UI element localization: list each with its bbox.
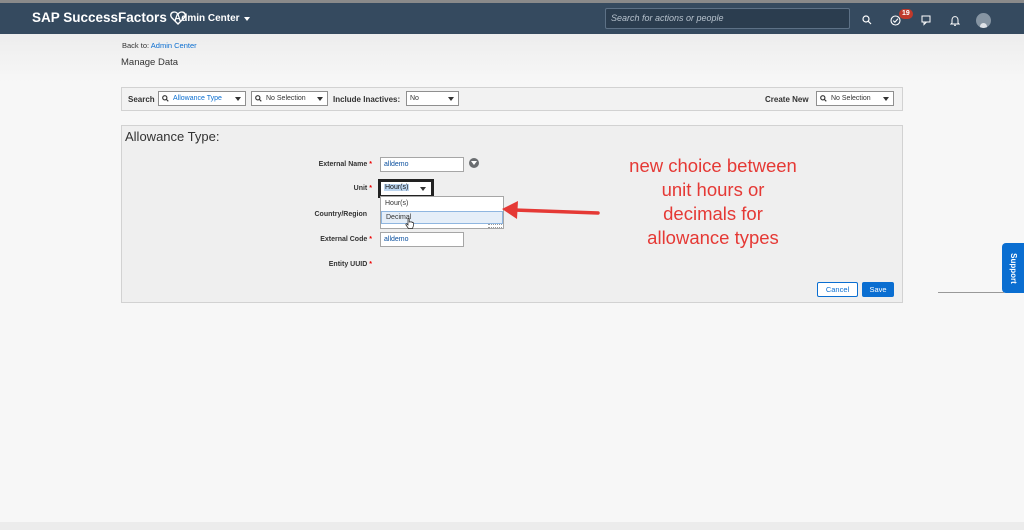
required-mark: *: [369, 161, 372, 168]
support-tab-label: Support: [1008, 252, 1018, 284]
unit-label: Unit *: [353, 185, 372, 192]
shell-bar: SAP SuccessFactors Admin Center Search f…: [0, 0, 1024, 34]
create-new-label: Create New: [765, 95, 809, 104]
record-select-value: No Selection: [266, 95, 306, 102]
annotation-line: new choice between: [629, 155, 797, 176]
page-title: Manage Data: [121, 57, 179, 68]
dropdown-arrow-icon: [448, 97, 454, 101]
annotation-line: allowance types: [647, 227, 779, 248]
module-menu-label: Admin Center: [174, 13, 240, 24]
annotation-arrow: [502, 201, 600, 219]
chat-icon[interactable]: [917, 11, 935, 29]
breadcrumb: Back to: Admin Center: [122, 41, 197, 50]
form-title: Allowance Type:: [125, 129, 220, 144]
object-type-select[interactable]: Allowance Type: [158, 91, 246, 106]
unit-option-hours[interactable]: Hour(s): [381, 198, 503, 211]
module-menu[interactable]: Admin Center: [174, 13, 250, 24]
notification-count-badge: 19: [899, 9, 913, 19]
search-icon[interactable]: [858, 11, 876, 29]
global-search-input[interactable]: Search for actions or people: [605, 8, 850, 29]
create-new-value: No Selection: [831, 95, 871, 102]
dropdown-arrow-icon: [883, 97, 889, 101]
required-mark: *: [369, 185, 372, 192]
logo-text: SAP SuccessFactors: [32, 10, 167, 25]
search-icon: [255, 95, 262, 102]
back-to-admin-center-link[interactable]: Admin Center: [151, 41, 197, 50]
unit-select-value: Hour(s): [384, 184, 410, 191]
translate-icon[interactable]: [469, 158, 479, 168]
resize-grip[interactable]: [488, 224, 502, 228]
include-inactives-select[interactable]: No: [406, 91, 459, 106]
dropdown-arrow-icon: [317, 97, 323, 101]
search-icon: [820, 95, 827, 102]
include-inactives-value: No: [410, 95, 419, 102]
external-name-label: External Name *: [318, 161, 372, 168]
include-inactives-label: Include Inactives:: [333, 95, 401, 104]
sap-successfactors-logo[interactable]: SAP SuccessFactors: [32, 10, 186, 25]
external-code-label: External Code *: [320, 236, 372, 243]
bottom-edge: [0, 522, 1024, 530]
cancel-button[interactable]: Cancel: [817, 282, 858, 297]
entity-uuid-label: Entity UUID *: [328, 261, 372, 268]
required-mark: *: [369, 236, 372, 243]
dropdown-arrow-icon: [420, 187, 426, 191]
annotation-line: unit hours or: [661, 179, 765, 200]
create-new-select[interactable]: No Selection: [816, 91, 894, 106]
unit-dropdown-list: Hour(s) Decimal: [380, 196, 504, 229]
annotation-text: new choice between unit hours or decimal…: [612, 154, 814, 250]
avatar[interactable]: [976, 13, 991, 28]
search-label: Search: [128, 95, 155, 104]
external-name-field[interactable]: alldemo: [380, 157, 464, 172]
breadcrumb-prefix: Back to:: [122, 41, 151, 50]
object-type-value: Allowance Type: [173, 95, 222, 102]
chevron-down-icon: [243, 16, 250, 21]
hand-cursor-icon: [405, 218, 414, 229]
bell-icon[interactable]: [946, 11, 964, 29]
annotation-line: decimals for: [663, 203, 763, 224]
search-icon: [162, 95, 169, 102]
unit-option-decimal[interactable]: Decimal: [381, 211, 503, 224]
required-mark: *: [369, 261, 372, 268]
divider: [938, 292, 1004, 293]
record-select[interactable]: No Selection: [251, 91, 328, 106]
dropdown-arrow-icon: [235, 97, 241, 101]
country-region-label: Country/Region: [314, 211, 368, 218]
external-code-field[interactable]: alldemo: [380, 232, 464, 247]
global-search-placeholder: Search for actions or people: [611, 13, 724, 23]
save-button[interactable]: Save: [862, 282, 894, 297]
support-tab[interactable]: Support: [1002, 243, 1024, 293]
